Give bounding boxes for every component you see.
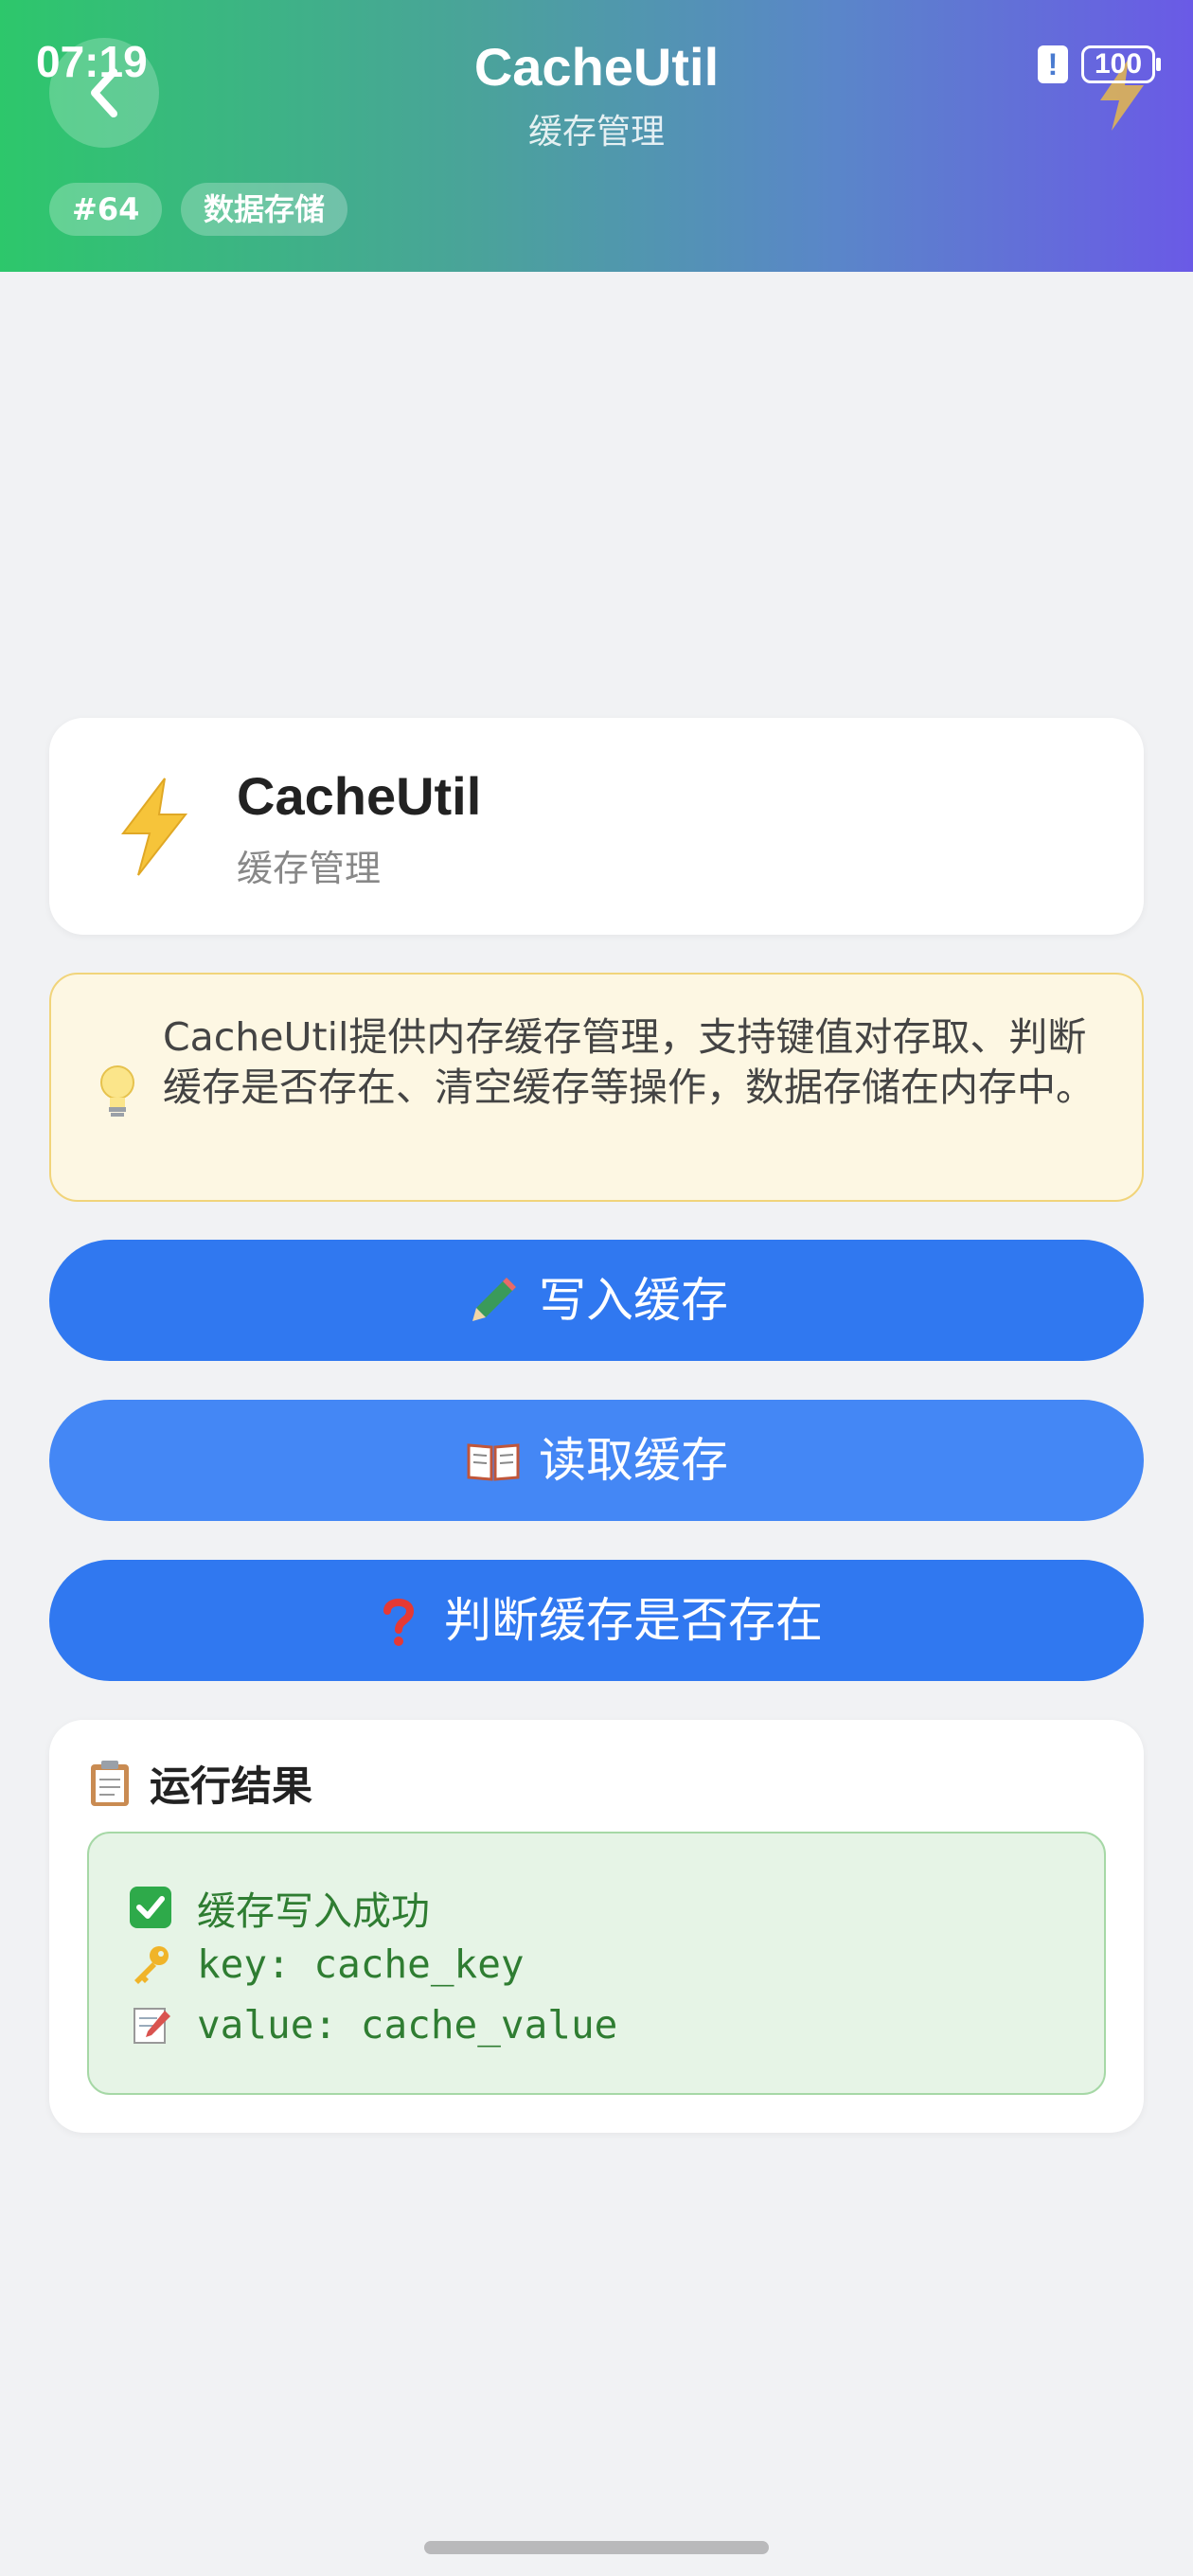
result-line-value: value: cache_value	[129, 2002, 617, 2048]
status-icons: ! 100	[1038, 45, 1161, 83]
intro-card: CacheUtil 缓存管理	[49, 718, 1144, 935]
intro-subtitle: 缓存管理	[237, 848, 382, 889]
question-icon	[383, 1599, 415, 1646]
result-card: 运行结果 缓存写入成功 key: cache_key value: cache_…	[49, 1720, 1144, 2133]
read-cache-label: 读取缓存	[539, 1433, 728, 1488]
write-cache-label: 写入缓存	[539, 1273, 728, 1328]
tip-box: CacheUtil提供内存缓存管理，支持键值对存取、判断缓存是否存在、清空缓存等…	[49, 973, 1144, 1202]
header: 07:19 CacheUtil 缓存管理 ! 100 #64 数据存储	[0, 0, 1193, 272]
intro-title: CacheUtil	[237, 766, 482, 826]
check-exists-button[interactable]: 判断缓存是否存在	[49, 1560, 1144, 1681]
alert-icon: !	[1038, 45, 1068, 83]
tip-text: CacheUtil提供内存缓存管理，支持键值对存取、判断缓存是否存在、清空缓存等…	[163, 1014, 1095, 1110]
page-title: CacheUtil	[473, 37, 720, 97]
result-key-text: key: cache_key	[197, 1941, 525, 1987]
lightbulb-icon	[100, 1065, 134, 1117]
result-status-text: 缓存写入成功	[197, 1888, 430, 1934]
pencil-icon	[472, 1278, 516, 1321]
lightning-icon	[120, 778, 188, 876]
read-cache-button[interactable]: 读取缓存	[49, 1400, 1144, 1521]
tag-number: #64	[49, 183, 163, 236]
result-line-key: key: cache_key	[129, 1941, 525, 1987]
check-exists-label: 判断缓存是否存在	[444, 1593, 823, 1648]
result-title: 运行结果	[150, 1763, 312, 1811]
tag-category: 数据存储	[181, 183, 348, 236]
result-output: 缓存写入成功 key: cache_key value: cache_value	[87, 1832, 1106, 2095]
home-indicator[interactable]	[424, 2541, 769, 2554]
page-subtitle: 缓存管理	[527, 113, 665, 152]
memo-icon	[134, 2008, 170, 2044]
book-icon	[467, 1443, 520, 1481]
result-line-status: 缓存写入成功	[129, 1879, 430, 1936]
result-header: 运行结果	[87, 1754, 312, 1813]
battery-icon: 100	[1081, 45, 1161, 83]
result-value-text: value: cache_value	[197, 2002, 618, 2048]
key-icon	[134, 1946, 169, 1984]
check-icon	[130, 1887, 171, 1928]
clipboard-icon	[91, 1761, 129, 1806]
write-cache-button[interactable]: 写入缓存	[49, 1240, 1144, 1361]
